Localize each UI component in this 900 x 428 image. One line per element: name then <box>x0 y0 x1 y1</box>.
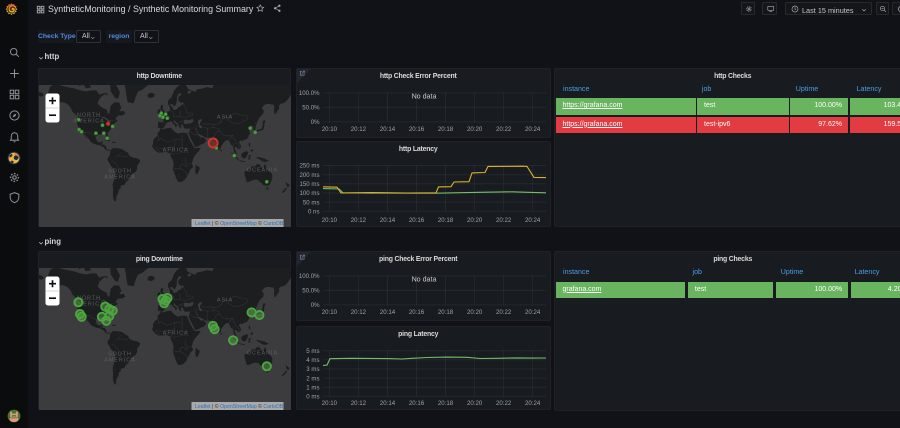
svg-text:50 ms: 50 ms <box>303 199 320 206</box>
svg-text:ASIA: ASIA <box>217 298 233 304</box>
svg-text:20:12: 20:12 <box>351 400 367 407</box>
svg-text:20:24: 20:24 <box>525 400 541 407</box>
svg-text:OCEANIA: OCEANIA <box>247 167 278 173</box>
svg-text:20:20: 20:20 <box>467 217 483 224</box>
svg-text:20:22: 20:22 <box>496 217 512 224</box>
svg-text:0%: 0% <box>311 302 320 309</box>
svg-text:20:12: 20:12 <box>351 309 367 316</box>
svg-text:0%: 0% <box>311 119 320 126</box>
svg-text:AMERICA: AMERICA <box>104 357 136 363</box>
svg-text:1 ms: 1 ms <box>306 384 319 391</box>
svg-text:20:12: 20:12 <box>351 217 367 224</box>
svg-text:20:24: 20:24 <box>525 309 541 316</box>
svg-text:20:18: 20:18 <box>438 400 454 407</box>
svg-text:No data: No data <box>412 92 437 100</box>
svg-text:20:14: 20:14 <box>380 400 396 407</box>
svg-text:20:20: 20:20 <box>467 309 483 316</box>
svg-text:20:16: 20:16 <box>409 217 425 224</box>
svg-text:20:10: 20:10 <box>322 125 338 132</box>
svg-text:No data: No data <box>412 276 437 284</box>
svg-text:Leaflet | © OpenStreetMap © Ca: Leaflet | © OpenStreetMap © CartoDB <box>195 220 284 227</box>
svg-text:20:14: 20:14 <box>380 125 396 132</box>
svg-text:100 ms: 100 ms <box>300 190 320 197</box>
svg-text:3 ms: 3 ms <box>306 366 319 373</box>
svg-text:20:22: 20:22 <box>496 400 512 407</box>
svg-text:20:18: 20:18 <box>438 125 454 132</box>
svg-text:20:24: 20:24 <box>525 125 541 132</box>
svg-text:0 ms: 0 ms <box>306 394 319 401</box>
svg-text:20:10: 20:10 <box>322 309 338 316</box>
svg-text:20:14: 20:14 <box>380 309 396 316</box>
svg-text:20:18: 20:18 <box>438 217 454 224</box>
svg-text:AFRICA: AFRICA <box>163 147 189 153</box>
svg-text:20:12: 20:12 <box>351 125 367 132</box>
svg-text:20:20: 20:20 <box>467 125 483 132</box>
svg-text:20:14: 20:14 <box>380 217 396 224</box>
svg-text:20:22: 20:22 <box>496 309 512 316</box>
svg-text:AMERICA: AMERICA <box>104 174 136 180</box>
svg-text:20:10: 20:10 <box>322 217 338 224</box>
svg-text:20:10: 20:10 <box>322 400 338 407</box>
svg-text:5 ms: 5 ms <box>306 348 319 355</box>
svg-text:20:16: 20:16 <box>409 309 425 316</box>
svg-text:50.0%: 50.0% <box>302 288 320 295</box>
svg-text:ASIA: ASIA <box>217 114 233 120</box>
svg-text:20:22: 20:22 <box>496 125 512 132</box>
svg-text:200 ms: 200 ms <box>300 172 320 179</box>
svg-text:20:16: 20:16 <box>409 125 425 132</box>
svg-text:Leaflet | © OpenStreetMap © Ca: Leaflet | © OpenStreetMap © CartoDB <box>195 403 284 410</box>
svg-text:100.0%: 100.0% <box>299 273 320 280</box>
svg-text:20:20: 20:20 <box>467 400 483 407</box>
svg-text:0 ns: 0 ns <box>308 209 320 216</box>
svg-text:2 ms: 2 ms <box>306 375 319 382</box>
svg-text:20:24: 20:24 <box>525 217 541 224</box>
svg-text:50.0%: 50.0% <box>302 104 320 111</box>
svg-text:AFRICA: AFRICA <box>163 330 189 336</box>
svg-text:250 ms: 250 ms <box>300 163 320 170</box>
svg-text:OCEANIA: OCEANIA <box>247 350 278 356</box>
svg-text:4 ms: 4 ms <box>306 357 319 364</box>
svg-text:20:18: 20:18 <box>438 309 454 316</box>
svg-text:150 ms: 150 ms <box>300 181 320 188</box>
svg-text:100.0%: 100.0% <box>299 90 320 97</box>
svg-text:20:16: 20:16 <box>409 400 425 407</box>
